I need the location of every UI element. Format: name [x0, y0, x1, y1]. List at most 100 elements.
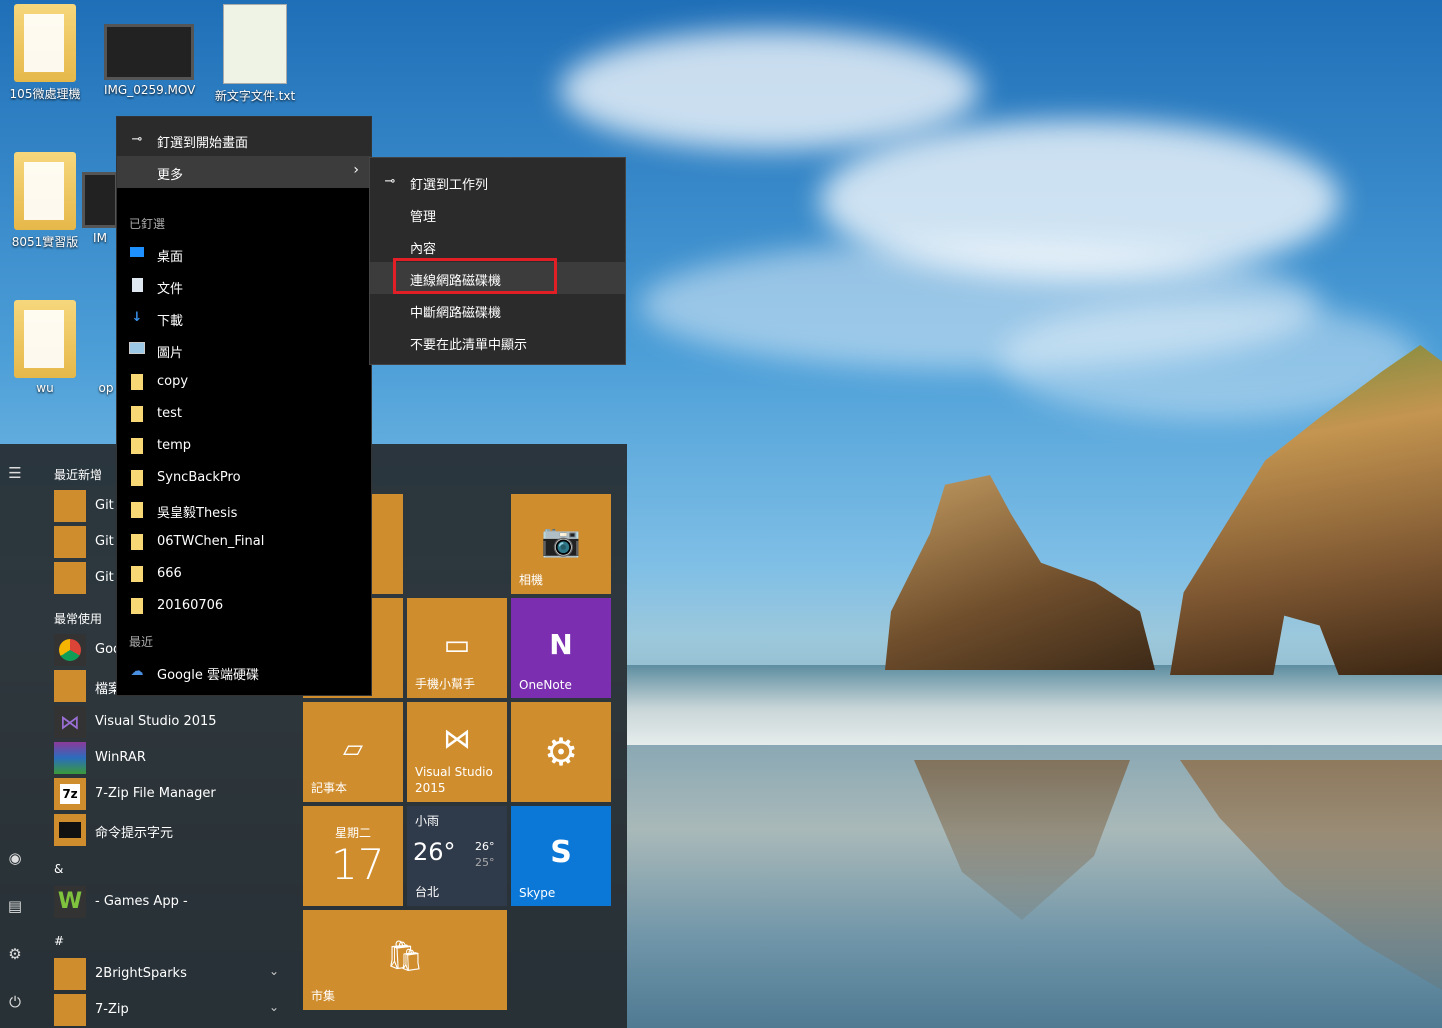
- tile-notepad[interactable]: ▱ 記事本: [303, 702, 403, 802]
- power-icon[interactable]: ⏻: [7, 994, 23, 1010]
- folder-icon: [14, 4, 76, 82]
- desktop-icon-label: wu: [36, 381, 54, 395]
- pinned-item-downloads[interactable]: ↓ 下載: [117, 302, 371, 334]
- menu-item-pin-to-start[interactable]: ⊸ 釘選到開始畫面: [117, 124, 371, 156]
- download-icon: ↓: [131, 310, 143, 325]
- folder-icon: [129, 406, 145, 422]
- tile-skype[interactable]: S Skype: [511, 806, 611, 906]
- weather-high: 26°: [475, 840, 495, 853]
- recent-header: 最近新增: [54, 468, 103, 482]
- tile-camera[interactable]: 📷 相機: [511, 494, 611, 594]
- onenote-icon: N: [549, 628, 573, 662]
- pin-icon: ⊸: [131, 132, 143, 147]
- app-folder-7zip[interactable]: 7-Zip ⌄: [54, 994, 299, 1026]
- folder-icon: [129, 438, 145, 454]
- desktop-icon-label: IMG_0259.MOV: [104, 83, 196, 97]
- folder-icon: [54, 994, 86, 1026]
- app-7zip[interactable]: 7z 7-Zip File Manager: [54, 778, 299, 810]
- tile-visual-studio[interactable]: ⋈ Visual Studio 2015: [407, 702, 507, 802]
- menu-item-more[interactable]: 更多 ›: [117, 156, 371, 188]
- tile-onenote[interactable]: N OneNote: [511, 598, 611, 698]
- folder-icon: [54, 958, 86, 990]
- desktop-icon-label: IM: [93, 231, 107, 245]
- recent-item-google-drive[interactable]: ☁ Google 雲端硬碟: [117, 656, 371, 688]
- tile-weather[interactable]: 小雨 26° 26° 25° 台北: [407, 806, 507, 906]
- recent-section-header: 最近: [129, 635, 154, 649]
- folder-icon: [129, 598, 145, 614]
- desktop-icon-text[interactable]: 新文字文件.txt: [210, 4, 300, 104]
- desktop-icon-folder[interactable]: 105微處理機: [0, 4, 90, 102]
- pinned-item-folder[interactable]: temp: [117, 430, 371, 462]
- file-explorer-icon[interactable]: ▤: [7, 898, 23, 914]
- menu-item-manage[interactable]: 管理: [370, 198, 625, 230]
- app-winrar[interactable]: WinRAR: [54, 742, 299, 774]
- file-icon: [98, 300, 114, 378]
- pinned-item-folder[interactable]: 吳皇毅Thesis: [117, 494, 371, 526]
- app-visual-studio[interactable]: ⋈ Visual Studio 2015: [54, 706, 299, 738]
- pinned-section-header: 已釘選: [129, 217, 166, 231]
- pinned-item-folder[interactable]: copy: [117, 366, 371, 398]
- phone-companion-icon: ▭: [443, 628, 471, 662]
- pdf-folder-icon: [14, 300, 76, 378]
- group-header[interactable]: &: [54, 862, 63, 876]
- folder-icon: [129, 502, 145, 518]
- pinned-item-folder[interactable]: SyncBackPro: [117, 462, 371, 494]
- games-app-icon: W: [54, 886, 86, 918]
- desktop-icon-video[interactable]: IM: [80, 152, 120, 245]
- desktop-icon-pdf[interactable]: wu: [0, 300, 90, 395]
- tile-settings[interactable]: ⚙: [511, 702, 611, 802]
- group-header[interactable]: #: [54, 934, 64, 948]
- pinned-item-documents[interactable]: 文件: [117, 270, 371, 302]
- 7zip-icon: 7z: [54, 778, 86, 810]
- gear-icon: ⚙: [543, 730, 579, 774]
- notepad-icon: ▱: [343, 734, 363, 764]
- desktop-icon-folder[interactable]: 8051實習版: [0, 152, 90, 250]
- camera-icon: 📷: [541, 521, 581, 560]
- git-icon: [54, 562, 86, 594]
- folder-icon: [129, 470, 145, 486]
- pinned-item-desktop[interactable]: 桌面: [117, 238, 371, 270]
- calendar-date: 17: [331, 840, 385, 889]
- user-icon[interactable]: ◉: [7, 850, 23, 866]
- git-icon: [54, 526, 86, 558]
- calendar-day: 星期二: [335, 826, 372, 840]
- winrar-icon: [54, 742, 86, 774]
- pinned-item-folder[interactable]: 666: [117, 558, 371, 590]
- pinned-item-folder[interactable]: 06TWChen_Final: [117, 526, 371, 558]
- folder-icon: [129, 374, 145, 390]
- start-rail: ☰ ◉ ▤ ⚙ ⏻: [0, 444, 30, 1028]
- chevron-down-icon[interactable]: ⌄: [269, 964, 279, 978]
- tile-store[interactable]: 🛍 市集: [303, 910, 507, 1010]
- app-games[interactable]: W- Games App -: [54, 886, 299, 918]
- hamburger-icon[interactable]: ☰: [7, 465, 23, 481]
- frequent-header: 最常使用: [54, 612, 103, 626]
- desktop-icon-label: op: [98, 381, 114, 395]
- skype-icon: S: [550, 835, 572, 870]
- weather-low: 25°: [475, 856, 495, 869]
- tile-phone-companion[interactable]: ▭ 手機小幫手: [407, 598, 507, 698]
- chrome-icon: [54, 634, 86, 666]
- store-bag-icon: 🛍: [385, 939, 425, 974]
- pinned-item-folder[interactable]: test: [117, 398, 371, 430]
- visual-studio-icon: ⋈: [443, 722, 471, 756]
- desktop-icon-label: 8051實習版: [11, 235, 79, 249]
- folder-icon: [129, 534, 145, 550]
- desktop-icon-label: 新文字文件.txt: [214, 89, 296, 103]
- pinned-item-folder[interactable]: 20160706: [117, 590, 371, 622]
- pinned-item-pictures[interactable]: 圖片: [117, 334, 371, 366]
- menu-item-hide-from-list[interactable]: 不要在此清單中顯示: [370, 326, 625, 358]
- notepad-plus-icon: [223, 4, 287, 84]
- desktop-icon-video[interactable]: IMG_0259.MOV: [104, 4, 196, 97]
- app-cmd[interactable]: 命令提示字元: [54, 814, 299, 846]
- folder-icon: [14, 152, 76, 230]
- video-file-icon: [82, 172, 118, 228]
- app-folder-2brightsparks[interactable]: 2BrightSparks ⌄: [54, 958, 299, 990]
- highlight-box: [393, 258, 557, 294]
- desktop-icon-label: 105微處理機: [9, 87, 81, 101]
- settings-icon[interactable]: ⚙: [7, 946, 23, 962]
- menu-item-disconnect-network-drive[interactable]: 中斷網路磁碟機: [370, 294, 625, 326]
- folder-icon: [129, 566, 145, 582]
- chevron-down-icon[interactable]: ⌄: [269, 1000, 279, 1014]
- menu-item-pin-to-taskbar[interactable]: ⊸ 釘選到工作列: [370, 166, 625, 198]
- tile-calendar[interactable]: 星期二 17: [303, 806, 403, 906]
